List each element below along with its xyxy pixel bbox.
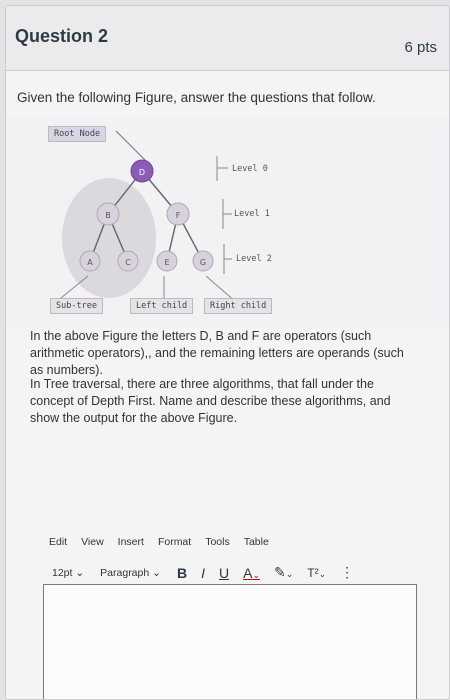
highlight-icon: ✎ xyxy=(273,564,286,580)
level-0-label: Level 0 xyxy=(232,164,268,174)
node-G-label: G xyxy=(200,258,206,267)
description-paragraph-2: In Tree traversal, there are three algor… xyxy=(30,377,391,425)
menu-edit[interactable]: Edit xyxy=(49,536,67,548)
left-child-label: Left child xyxy=(130,298,194,314)
node-D: D xyxy=(130,159,154,183)
highlight-button[interactable]: ✎⌄ xyxy=(274,564,293,581)
node-D-label: D xyxy=(139,168,145,177)
right-child-label: Right child xyxy=(204,298,273,314)
bold-button[interactable]: B xyxy=(177,565,187,581)
chevron-down-icon: ⌄ xyxy=(318,568,327,579)
chevron-down-icon: ⌄ xyxy=(252,569,260,580)
block-style-dropdown[interactable]: Paragraph ⌄ xyxy=(100,567,161,579)
subtree-highlight xyxy=(62,178,156,298)
node-A-label: A xyxy=(87,258,93,267)
superscript-icon: T² xyxy=(307,565,319,580)
answer-editor[interactable] xyxy=(43,584,417,699)
chevron-down-icon: ⌄ xyxy=(285,569,294,579)
chevron-down-icon: ⌄ xyxy=(152,566,161,579)
node-E: E xyxy=(156,250,178,272)
editor-toolbar: 12pt ⌄ Paragraph ⌄ B I U A⌄ ✎⌄ T²⌄ ⋮ xyxy=(52,564,368,581)
block-style-value: Paragraph xyxy=(100,566,150,579)
chevron-down-icon: ⌄ xyxy=(75,566,85,579)
node-F: F xyxy=(166,202,190,226)
menu-table[interactable]: Table xyxy=(244,536,269,548)
level-1-label: Level 1 xyxy=(234,209,270,219)
question-card: Question 2 6 pts Given the following Fig… xyxy=(5,5,450,700)
italic-button[interactable]: I xyxy=(201,565,205,581)
question-points: 6 pts xyxy=(404,39,437,56)
font-size-dropdown[interactable]: 12pt ⌄ xyxy=(52,567,84,579)
underline-button[interactable]: U xyxy=(219,565,229,581)
node-C: C xyxy=(117,250,139,272)
more-icon: ⋮ xyxy=(340,564,355,580)
font-color-button[interactable]: A⌄ xyxy=(243,565,260,581)
node-A: A xyxy=(79,250,101,272)
question-prompt: Given the following Figure, answer the q… xyxy=(17,90,376,105)
node-F-label: F xyxy=(176,211,181,220)
menu-view[interactable]: View xyxy=(81,536,104,548)
tree-figure: D B F A C E G Root Node Level 0 Level 1 … xyxy=(6,116,449,326)
node-C-label: C xyxy=(125,258,131,267)
superscript-button[interactable]: T²⌄ xyxy=(307,566,326,580)
description-paragraph-1: In the above Figure the letters D, B and… xyxy=(30,329,404,377)
menu-insert[interactable]: Insert xyxy=(118,536,144,548)
menu-format[interactable]: Format xyxy=(158,536,191,548)
level-2-label: Level 2 xyxy=(236,254,272,264)
tree-diagram: D B F A C E G xyxy=(6,116,449,326)
question-header: Question 2 6 pts xyxy=(6,6,449,71)
node-B-label: B xyxy=(105,211,111,220)
question-title: Question 2 xyxy=(15,26,109,46)
editor-menubar: Edit View Insert Format Tools Table xyxy=(49,536,269,548)
root-node-label: Root Node xyxy=(48,126,107,142)
node-E-label: E xyxy=(164,258,169,267)
menu-tools[interactable]: Tools xyxy=(205,536,230,548)
node-G: G xyxy=(192,250,214,272)
font-size-value: 12pt xyxy=(52,566,73,579)
node-B: B xyxy=(96,202,120,226)
more-options-button[interactable]: ⋮ xyxy=(340,564,354,581)
subtree-label: Sub-tree xyxy=(50,298,103,314)
